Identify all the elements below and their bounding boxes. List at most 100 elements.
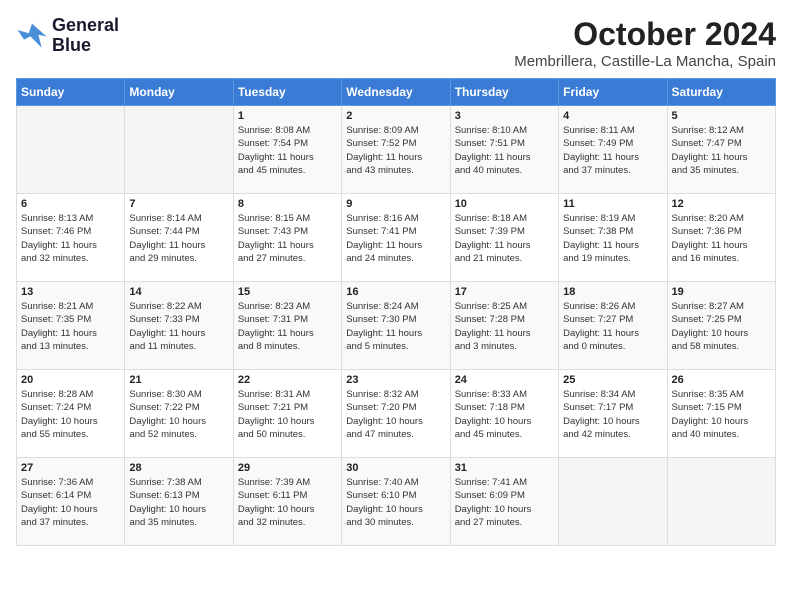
- calendar-cell: 2 Sunrise: 8:09 AM Sunset: 7:52 PM Daylig…: [342, 106, 450, 194]
- day-number: 28: [129, 462, 228, 474]
- day-info: Sunrise: 8:28 AM Sunset: 7:24 PM Dayligh…: [21, 388, 120, 441]
- calendar-cell: 14Sunrise: 8:22 AM Sunset: 7:33 PM Dayli…: [125, 282, 233, 370]
- day-number: 17: [455, 286, 554, 298]
- day-info: Sunrise: 8:10 AM Sunset: 7:51 PM Dayligh…: [455, 124, 554, 177]
- calendar-cell: 15Sunrise: 8:23 AM Sunset: 7:31 PM Dayli…: [233, 282, 341, 370]
- calendar-cell: 1 Sunrise: 8:08 AM Sunset: 7:54 PM Daylig…: [233, 106, 341, 194]
- day-number: 31: [455, 462, 554, 474]
- day-number: 11: [563, 198, 662, 210]
- day-number: 16: [346, 286, 445, 298]
- calendar-header: SundayMondayTuesdayWednesdayThursdayFrid…: [17, 79, 776, 106]
- day-info: Sunrise: 8:13 AM Sunset: 7:46 PM Dayligh…: [21, 212, 120, 265]
- day-info: Sunrise: 8:11 AM Sunset: 7:49 PM Dayligh…: [563, 124, 662, 177]
- month-title: October 2024: [514, 16, 776, 53]
- day-number: 8: [238, 198, 337, 210]
- calendar-cell: 20 Sunrise: 8:28 AM Sunset: 7:24 PM Dayli…: [17, 370, 125, 458]
- calendar-cell: 13 Sunrise: 8:21 AM Sunset: 7:35 PM Dayli…: [17, 282, 125, 370]
- logo: General Blue: [16, 16, 119, 56]
- calendar-cell: 27 Sunrise: 7:36 AM Sunset: 6:14 PM Dayli…: [17, 458, 125, 546]
- day-info: Sunrise: 7:40 AM Sunset: 6:10 PM Dayligh…: [346, 476, 445, 529]
- day-info: Sunrise: 8:34 AM Sunset: 7:17 PM Dayligh…: [563, 388, 662, 441]
- calendar-cell: 3 Sunrise: 8:10 AM Sunset: 7:51 PM Daylig…: [450, 106, 558, 194]
- day-number: 3: [455, 110, 554, 122]
- calendar-cell: 9 Sunrise: 8:16 AM Sunset: 7:41 PM Daylig…: [342, 194, 450, 282]
- calendar-cell: 24Sunrise: 8:33 AM Sunset: 7:18 PM Dayli…: [450, 370, 558, 458]
- calendar-cell: 16 Sunrise: 8:24 AM Sunset: 7:30 PM Dayli…: [342, 282, 450, 370]
- weekday-header: Wednesday: [342, 79, 450, 106]
- day-number: 26: [672, 374, 771, 386]
- calendar-cell: [17, 106, 125, 194]
- day-number: 10: [455, 198, 554, 210]
- calendar-cell: 21Sunrise: 8:30 AM Sunset: 7:22 PM Dayli…: [125, 370, 233, 458]
- day-number: 20: [21, 374, 120, 386]
- day-number: 15: [238, 286, 337, 298]
- calendar-week-row: 20 Sunrise: 8:28 AM Sunset: 7:24 PM Dayli…: [17, 370, 776, 458]
- calendar-cell: 6 Sunrise: 8:13 AM Sunset: 7:46 PM Daylig…: [17, 194, 125, 282]
- calendar-cell: 29 Sunrise: 7:39 AM Sunset: 6:11 PM Dayli…: [233, 458, 341, 546]
- day-info: Sunrise: 7:38 AM Sunset: 6:13 PM Dayligh…: [129, 476, 228, 529]
- day-info: Sunrise: 7:41 AM Sunset: 6:09 PM Dayligh…: [455, 476, 554, 529]
- weekday-header: Thursday: [450, 79, 558, 106]
- day-number: 14: [129, 286, 228, 298]
- day-info: Sunrise: 8:24 AM Sunset: 7:30 PM Dayligh…: [346, 300, 445, 353]
- day-info: Sunrise: 8:09 AM Sunset: 7:52 PM Dayligh…: [346, 124, 445, 177]
- day-number: 4: [563, 110, 662, 122]
- day-info: Sunrise: 7:36 AM Sunset: 6:14 PM Dayligh…: [21, 476, 120, 529]
- day-number: 24: [455, 374, 554, 386]
- weekday-header: Tuesday: [233, 79, 341, 106]
- day-number: 9: [346, 198, 445, 210]
- calendar-week-row: 6 Sunrise: 8:13 AM Sunset: 7:46 PM Daylig…: [17, 194, 776, 282]
- day-info: Sunrise: 8:15 AM Sunset: 7:43 PM Dayligh…: [238, 212, 337, 265]
- weekday-header: Friday: [559, 79, 667, 106]
- calendar-cell: 28 Sunrise: 7:38 AM Sunset: 6:13 PM Dayli…: [125, 458, 233, 546]
- calendar-cell: 18 Sunrise: 8:26 AM Sunset: 7:27 PM Dayli…: [559, 282, 667, 370]
- day-number: 25: [563, 374, 662, 386]
- calendar-week-row: 13 Sunrise: 8:21 AM Sunset: 7:35 PM Dayli…: [17, 282, 776, 370]
- logo-icon: [16, 22, 48, 50]
- day-number: 29: [238, 462, 337, 474]
- calendar-cell: 5Sunrise: 8:12 AM Sunset: 7:47 PM Daylig…: [667, 106, 775, 194]
- location: Membrillera, Castille-La Mancha, Spain: [514, 53, 776, 70]
- calendar-cell: 8 Sunrise: 8:15 AM Sunset: 7:43 PM Daylig…: [233, 194, 341, 282]
- day-number: 2: [346, 110, 445, 122]
- day-info: Sunrise: 8:16 AM Sunset: 7:41 PM Dayligh…: [346, 212, 445, 265]
- calendar-cell: 31 Sunrise: 7:41 AM Sunset: 6:09 PM Dayli…: [450, 458, 558, 546]
- day-info: Sunrise: 8:27 AM Sunset: 7:25 PM Dayligh…: [672, 300, 771, 353]
- day-info: Sunrise: 8:21 AM Sunset: 7:35 PM Dayligh…: [21, 300, 120, 353]
- day-number: 12: [672, 198, 771, 210]
- calendar-cell: 19 Sunrise: 8:27 AM Sunset: 7:25 PM Dayli…: [667, 282, 775, 370]
- calendar-cell: 7Sunrise: 8:14 AM Sunset: 7:44 PM Daylig…: [125, 194, 233, 282]
- logo-text: General Blue: [52, 16, 119, 56]
- day-number: 30: [346, 462, 445, 474]
- day-info: Sunrise: 8:32 AM Sunset: 7:20 PM Dayligh…: [346, 388, 445, 441]
- day-info: Sunrise: 8:08 AM Sunset: 7:54 PM Dayligh…: [238, 124, 337, 177]
- calendar-cell: 30 Sunrise: 7:40 AM Sunset: 6:10 PM Dayli…: [342, 458, 450, 546]
- day-number: 1: [238, 110, 337, 122]
- day-info: Sunrise: 8:26 AM Sunset: 7:27 PM Dayligh…: [563, 300, 662, 353]
- title-block: October 2024 Membrillera, Castille-La Ma…: [514, 16, 776, 70]
- day-info: Sunrise: 8:35 AM Sunset: 7:15 PM Dayligh…: [672, 388, 771, 441]
- day-info: Sunrise: 8:18 AM Sunset: 7:39 PM Dayligh…: [455, 212, 554, 265]
- day-number: 23: [346, 374, 445, 386]
- day-number: 18: [563, 286, 662, 298]
- calendar-cell: 23 Sunrise: 8:32 AM Sunset: 7:20 PM Dayli…: [342, 370, 450, 458]
- day-number: 19: [672, 286, 771, 298]
- calendar-cell: 10 Sunrise: 8:18 AM Sunset: 7:39 PM Dayli…: [450, 194, 558, 282]
- day-number: 6: [21, 198, 120, 210]
- day-number: 21: [129, 374, 228, 386]
- day-number: 27: [21, 462, 120, 474]
- calendar-cell: 11 Sunrise: 8:19 AM Sunset: 7:38 PM Dayli…: [559, 194, 667, 282]
- day-number: 13: [21, 286, 120, 298]
- day-info: Sunrise: 8:19 AM Sunset: 7:38 PM Dayligh…: [563, 212, 662, 265]
- weekday-header: Monday: [125, 79, 233, 106]
- calendar-cell: 22Sunrise: 8:31 AM Sunset: 7:21 PM Dayli…: [233, 370, 341, 458]
- calendar-cell: 17 Sunrise: 8:25 AM Sunset: 7:28 PM Dayli…: [450, 282, 558, 370]
- page-header: General Blue October 2024 Membrillera, C…: [16, 16, 776, 70]
- day-number: 7: [129, 198, 228, 210]
- day-info: Sunrise: 8:25 AM Sunset: 7:28 PM Dayligh…: [455, 300, 554, 353]
- day-info: Sunrise: 8:12 AM Sunset: 7:47 PM Dayligh…: [672, 124, 771, 177]
- calendar-body: 1 Sunrise: 8:08 AM Sunset: 7:54 PM Daylig…: [17, 106, 776, 546]
- day-info: Sunrise: 7:39 AM Sunset: 6:11 PM Dayligh…: [238, 476, 337, 529]
- calendar-cell: 12Sunrise: 8:20 AM Sunset: 7:36 PM Dayli…: [667, 194, 775, 282]
- weekday-header: Saturday: [667, 79, 775, 106]
